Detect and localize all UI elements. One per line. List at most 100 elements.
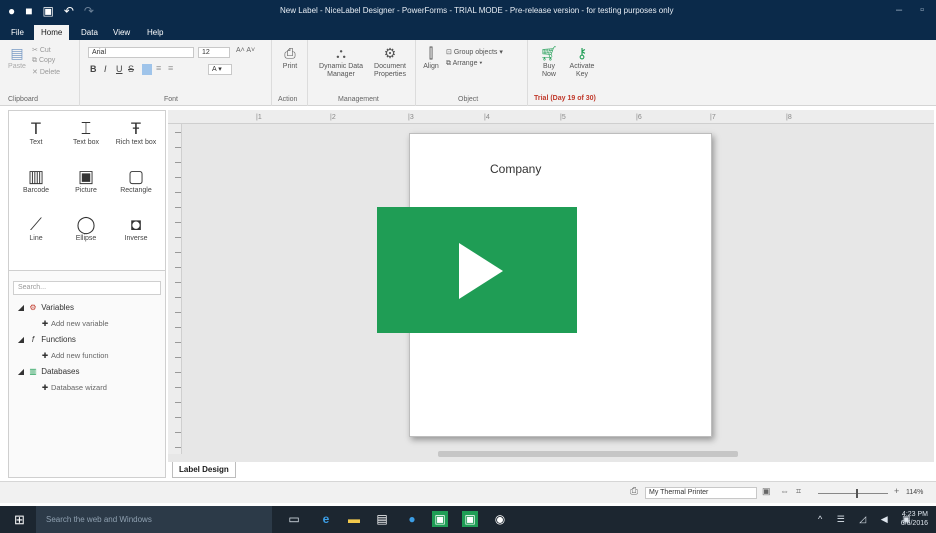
picture-icon: ▣ [77,167,95,186]
align-right-icon[interactable]: ≡ [168,63,173,73]
font-family-select[interactable]: Arial [88,47,194,58]
clock[interactable]: 4:23 PM 6/6/2016 [901,510,928,528]
add-new-variable[interactable]: ✚ Add new variable [39,319,109,328]
tab-view[interactable]: View [106,25,137,40]
line-tool[interactable]: ⟋ Line [11,215,61,242]
tab-label-design[interactable]: Label Design [172,462,236,478]
task-view-icon[interactable]: ▭ [286,511,302,527]
strikethrough-button[interactable]: S [128,64,134,74]
zoom-slider[interactable] [818,493,888,494]
text-box-tool[interactable]: ⌶ Text box [61,119,111,146]
management-label: Management [338,96,379,103]
printer-icon: ⎙ [630,486,638,497]
inverse-icon: ◘ [130,215,142,234]
arrange-button[interactable]: ⧉ Arrange ▾ [446,60,482,68]
collapse-arrow-icon[interactable]: ◢ [15,367,27,376]
activate-key-button[interactable]: ⚷ Activate Key [566,46,598,79]
windows-start-icon[interactable]: ⊞ [14,512,25,528]
align-center-icon[interactable]: ≡ [156,63,161,73]
font-color-picker[interactable]: A ▾ [208,64,232,75]
font-label: Font [164,96,179,103]
open-icon[interactable]: ■ [25,4,32,18]
ellipse-icon: ◯ [76,215,96,234]
functions-node[interactable]: ◢ f Functions [15,335,76,344]
ruler-mark [175,177,181,178]
align-icon: ⫿ [428,45,434,61]
picture-tool[interactable]: ▣ Picture [61,167,111,194]
zoom-out-icon[interactable]: ⌗ [796,486,801,497]
fit-width-icon[interactable]: ⇔ [780,486,789,496]
add-new-function[interactable]: ✚ Add new function [39,351,109,360]
app-icon[interactable]: ◉ [492,511,508,527]
text-tool[interactable]: T Text [11,119,61,146]
databases-node[interactable]: ◢ ▥ Databases [15,367,80,376]
edge-browser-icon[interactable]: e [318,511,334,527]
buy-now-button[interactable]: 🛒︎ Buy Now [536,46,562,79]
skype-icon[interactable]: ● [404,511,420,527]
quick-access-toolbar: ● ■ ▣ ↶ ↷ [8,4,94,18]
ruler-mark [175,237,181,238]
align-button[interactable]: ⫿ Align [420,46,442,71]
inverse-tool[interactable]: ◘ Inverse [111,215,161,242]
company-text-object[interactable]: Company [490,162,541,176]
tab-file[interactable]: File [4,25,31,40]
tab-help[interactable]: Help [140,25,170,40]
font-grow-shrink[interactable]: A˄ A˅ [236,47,255,54]
document-properties-button[interactable]: ⚙ Document Properties [368,46,412,79]
nicelabel-designer-icon[interactable]: ▣ [462,511,478,527]
group-objects-button[interactable]: ⊡ Group objects ▾ [446,48,503,56]
ruler-mark [175,327,181,328]
zoom-in-icon[interactable]: + [894,486,899,496]
bold-button[interactable]: B [90,64,97,74]
taskbar-search-input[interactable]: Search the web and Windows [36,506,272,533]
barcode-tool[interactable]: ▥ Barcode [11,167,61,194]
store-icon[interactable]: ▤ [374,511,390,527]
plus-icon: ✚ [41,319,49,328]
ruler-mark [175,417,181,418]
ruler-mark [175,207,181,208]
font-size-select[interactable]: 12 [198,47,230,58]
ruler-tick: |3 [408,114,414,121]
zoom-slider-thumb[interactable] [856,489,858,498]
variables-node[interactable]: ◢ ⚙ Variables [15,303,74,312]
plus-icon: ✚ [41,383,49,392]
horizontal-scrollbar[interactable] [438,451,738,457]
paste-icon: ▤ [10,45,24,61]
ellipse-tool[interactable]: ◯ Ellipse [61,215,111,242]
italic-button[interactable]: I [104,64,107,74]
undo-icon[interactable]: ↶ [64,4,74,18]
save-icon[interactable]: ▣ [43,4,54,18]
underline-button[interactable]: U [116,64,123,74]
database-wizard[interactable]: ✚ Database wizard [39,383,107,392]
font-group: Arial 12 A˄ A˅ B I U S ≡ ≡ A ▾ Font [80,40,272,106]
cut-button[interactable]: ✂ Cut [32,46,51,54]
app-icon: ● [8,4,16,18]
variables-icon: ⚙ [29,303,37,312]
printer-select[interactable]: My Thermal Printer [645,487,757,499]
video-play-button[interactable] [377,207,577,333]
copy-button[interactable]: ⧉ Copy [32,57,55,65]
fit-page-icon[interactable]: ▣ [762,486,771,497]
delete-button[interactable]: ✕ Delete [32,68,60,76]
ruler-tick: |1 [256,114,262,121]
rich-text-box-tool[interactable]: Ŧ Rich text box [111,119,161,146]
redo-icon[interactable]: ↷ [84,4,94,18]
collapse-arrow-icon[interactable]: ◢ [15,303,27,312]
rectangle-tool[interactable]: ▢ Rectangle [111,167,161,194]
tab-home[interactable]: Home [34,25,70,40]
document-properties-icon: ⚙ [383,45,397,61]
align-left-icon[interactable] [142,64,152,75]
print-button[interactable]: ⎙ Print [278,46,302,71]
paste-button[interactable]: ▤ Paste [6,46,28,71]
ruler-tick: |8 [786,114,792,121]
ruler-mark [175,342,181,343]
maximize-button[interactable]: ▫ [920,4,924,16]
data-source-search-input[interactable]: Search... [13,281,161,295]
dynamic-data-manager-button[interactable]: ⛬ Dynamic Data Manager [312,46,370,79]
minimize-button[interactable]: – [896,4,902,16]
tab-data[interactable]: Data [74,25,105,40]
object-label: Object [458,96,479,103]
file-explorer-icon[interactable]: ▬ [346,511,362,527]
collapse-arrow-icon[interactable]: ◢ [15,335,27,344]
nicelabel-icon[interactable]: ▣ [432,511,448,527]
